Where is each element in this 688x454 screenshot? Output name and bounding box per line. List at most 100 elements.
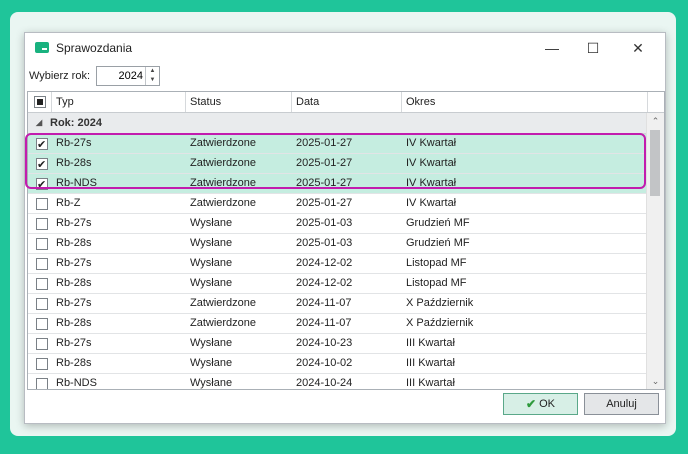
title-bar: Sprawozdania — ☐ ✕ [25,33,665,63]
row-checkbox-cell[interactable] [28,174,52,193]
row-checkbox-cell[interactable] [28,374,52,389]
collapse-arrow-icon[interactable]: ◢ [36,118,42,127]
spin-down-icon[interactable]: ▼ [146,76,159,85]
group-row-year[interactable]: ◢ Rok: 2024 [28,113,646,134]
year-stepper[interactable]: ▲ ▼ [96,66,160,86]
vertical-scrollbar[interactable]: ⌃ ⌄ [646,113,664,389]
table-row[interactable]: Rb-NDS Wysłane 2024-10-24 III Kwartał [28,374,646,389]
table-row[interactable]: Rb-Z Zatwierdzone 2025-01-27 IV Kwartał [28,194,646,214]
row-checkbox-cell[interactable] [28,154,52,173]
row-checkbox-cell[interactable] [28,214,52,233]
cell-status: Zatwierdzone [190,197,257,209]
minimize-button[interactable]: — [529,33,575,63]
grid-header: Typ Status Data Okres [28,92,664,113]
table-row[interactable]: Rb-27s Zatwierdzone 2024-11-07 X Październi… [28,294,646,314]
cell-data: 2025-01-27 [296,177,353,189]
cancel-label: Anuluj [606,398,637,410]
column-header-data[interactable]: Data [292,92,402,112]
column-header-typ[interactable]: Typ [52,92,186,112]
ok-button[interactable]: ✔ OK [503,393,578,415]
table-row[interactable]: Rb-28s Wysłane 2025-01-03 Grudzień MF [28,234,646,254]
row-checkbox[interactable] [36,176,48,193]
cell-status: Zatwierdzone [190,137,257,149]
cell-okres: Listopad MF [406,277,467,289]
row-checkbox-cell[interactable] [28,234,52,253]
row-checkbox[interactable] [36,156,48,173]
table-row[interactable]: Rb-27s Wysłane 2025-01-03 Grudzień MF [28,214,646,234]
cell-typ: Rb-28s [56,317,92,329]
cell-status: Zatwierdzone [190,297,257,309]
row-checkbox[interactable] [36,278,48,290]
scroll-thumb[interactable] [650,130,660,196]
row-checkbox-cell[interactable] [28,294,52,313]
cell-status: Zatwierdzone [190,317,257,329]
table-row[interactable]: Rb-28s Wysłane 2024-10-02 III Kwartał [28,354,646,374]
table-row[interactable]: Rb-27s Wysłane 2024-12-02 Listopad MF [28,254,646,274]
cancel-button[interactable]: Anuluj [584,393,659,415]
row-checkbox[interactable] [36,238,48,250]
row-checkbox[interactable] [36,338,48,350]
window-title: Sprawozdania [56,41,133,55]
cell-okres: IV Kwartał [406,177,457,189]
column-header-okres[interactable]: Okres [402,92,648,112]
cell-okres: IV Kwartał [406,137,457,149]
row-checkbox[interactable] [36,318,48,330]
row-checkbox-cell[interactable] [28,334,52,353]
toolbar: Wybierz rok: ▲ ▼ [25,63,665,89]
row-checkbox[interactable] [36,298,48,310]
cell-typ: Rb-27s [56,137,92,149]
group-label: Rok: 2024 [50,117,102,129]
checkmark-icon: ✔ [526,397,537,411]
select-all-checkbox[interactable] [34,96,46,108]
row-checkbox-cell[interactable] [28,254,52,273]
row-checkbox[interactable] [36,198,48,210]
cell-data: 2024-12-02 [296,257,353,269]
cell-okres: Listopad MF [406,257,467,269]
row-checkbox-cell[interactable] [28,314,52,333]
row-checkbox-cell[interactable] [28,274,52,293]
grid-rows: Rb-27sZatwierdzone2025-01-27IV KwartałRb… [28,134,646,389]
year-spinner[interactable]: ▲ ▼ [145,67,159,85]
table-row[interactable]: Rb-27s Zatwierdzone 2025-01-27 IV Kwartał [28,134,646,154]
cell-data: 2024-12-02 [296,277,353,289]
cell-okres: Grudzień MF [406,237,470,249]
column-header-status[interactable]: Status [186,92,292,112]
cell-typ: Rb-28s [56,157,92,169]
cell-okres: IV Kwartał [406,197,457,209]
table-row[interactable]: Rb-NDS Zatwierdzone 2025-01-27 IV Kwartał [28,174,646,194]
dialog-window: Sprawozdania — ☐ ✕ Wybierz rok: ▲ ▼ Typ … [24,32,666,424]
cell-status: Wysłane [190,217,233,229]
table-row[interactable]: Rb-28s Wysłane 2024-12-02 Listopad MF [28,274,646,294]
row-checkbox[interactable] [36,258,48,270]
row-checkbox-cell[interactable] [28,354,52,373]
cell-status: Wysłane [190,377,233,389]
scroll-up-icon[interactable]: ⌃ [647,113,664,129]
maximize-button[interactable]: ☐ [570,33,616,63]
row-checkbox[interactable] [36,358,48,370]
cell-typ: Rb-27s [56,217,92,229]
select-all-cell[interactable] [28,92,52,112]
scroll-down-icon[interactable]: ⌄ [647,373,664,389]
cell-okres: III Kwartał [406,337,455,349]
cell-data: 2024-10-02 [296,357,353,369]
cell-data: 2025-01-03 [296,237,353,249]
row-checkbox-cell[interactable] [28,194,52,213]
close-button[interactable]: ✕ [615,33,661,63]
row-checkbox[interactable] [36,136,48,153]
table-row[interactable]: Rb-27s Wysłane 2024-10-23 III Kwartał [28,334,646,354]
cell-typ: Rb-27s [56,337,92,349]
cell-okres: III Kwartał [406,357,455,369]
table-row[interactable]: Rb-28s Zatwierdzone 2024-11-07 X Październi… [28,314,646,334]
year-input[interactable] [97,67,145,85]
cell-typ: Rb-28s [56,357,92,369]
row-checkbox-cell[interactable] [28,134,52,153]
close-icon: ✕ [632,39,644,56]
cell-data: 2025-01-27 [296,157,353,169]
spin-up-icon[interactable]: ▲ [146,67,159,76]
table-row[interactable]: Rb-28s Zatwierdzone 2025-01-27 IV Kwartał [28,154,646,174]
cell-typ: Rb-27s [56,297,92,309]
row-checkbox[interactable] [36,218,48,230]
report-icon [35,42,49,53]
cell-typ: Rb-27s [56,257,92,269]
row-checkbox[interactable] [36,378,48,389]
